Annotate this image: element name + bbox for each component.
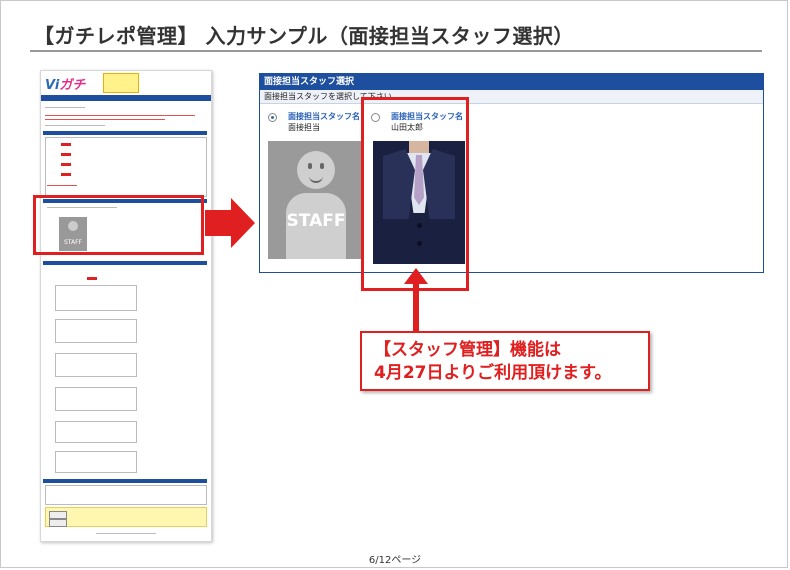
thumb-textarea	[55, 285, 137, 311]
thumb-agreement-table	[45, 485, 207, 505]
staff-highlight-box	[361, 97, 469, 291]
staff-option-name: 面接担当	[288, 123, 320, 132]
staff-placeholder-text: STAFF	[286, 211, 346, 231]
staff-selection-panel: 面接担当スタッフ選択 面接担当スタッフを選択して下さい 面接担当スタッフ名 面接…	[259, 73, 764, 273]
page-number: 6/12ページ	[368, 555, 422, 566]
thumb-textarea	[55, 353, 137, 377]
thumb-required-tag	[61, 143, 71, 146]
thumb-section-bar	[43, 131, 207, 135]
thumb-textarea	[55, 421, 137, 443]
thumb-promo-badge	[103, 73, 139, 93]
staff-placeholder-icon: STAFF	[268, 141, 364, 259]
arrow-up-icon	[404, 268, 428, 340]
thumb-breadcrumb	[45, 107, 85, 108]
callout-line-2: 4月27日よりご利用頂けます。	[374, 363, 612, 383]
thumb-back-button	[49, 519, 67, 527]
thumb-site-header: Viガチ	[41, 71, 211, 93]
thumb-notice-text	[45, 115, 195, 116]
thumb-basic-info-table	[45, 137, 207, 197]
thumb-required-tag	[61, 163, 71, 166]
thumb-confirm-button	[49, 511, 67, 519]
thumb-required-tag	[87, 277, 97, 280]
thumb-notice-text	[45, 119, 165, 120]
thumb-nav-bar	[41, 95, 211, 101]
title-divider	[30, 50, 762, 52]
radio-button-selected[interactable]	[268, 113, 277, 122]
big-arrow-right-icon	[205, 198, 255, 248]
thumb-textarea	[55, 387, 137, 411]
feature-callout: 【スタッフ管理】機能は 4月27日よりご利用頂けます。	[360, 331, 650, 391]
thumbnail-highlight-box	[33, 195, 204, 255]
thumb-footer	[96, 533, 156, 534]
thumb-hint-text	[47, 185, 77, 186]
thumb-required-tag	[61, 173, 71, 176]
slide-title: 【ガチレポ管理】 入力サンプル（面接担当スタッフ選択）	[34, 24, 574, 48]
panel-instruction: 面接担当スタッフを選択して下さい	[260, 90, 763, 104]
thumb-section-bar	[43, 261, 207, 265]
thumb-textarea	[55, 451, 137, 473]
callout-line-1: 【スタッフ管理】機能は	[374, 340, 561, 360]
staff-option-label: 面接担当スタッフ名	[288, 112, 360, 121]
thumb-submit-area	[45, 507, 207, 527]
thumb-textarea	[55, 319, 137, 343]
thumb-section-bar	[43, 479, 207, 483]
thumb-link-text	[45, 125, 105, 126]
thumb-required-tag	[61, 153, 71, 156]
thumb-site-logo: Viガチ	[45, 78, 86, 93]
panel-header: 面接担当スタッフ選択	[260, 74, 763, 90]
form-page-thumbnail: Viガチ STAFF	[40, 70, 212, 542]
